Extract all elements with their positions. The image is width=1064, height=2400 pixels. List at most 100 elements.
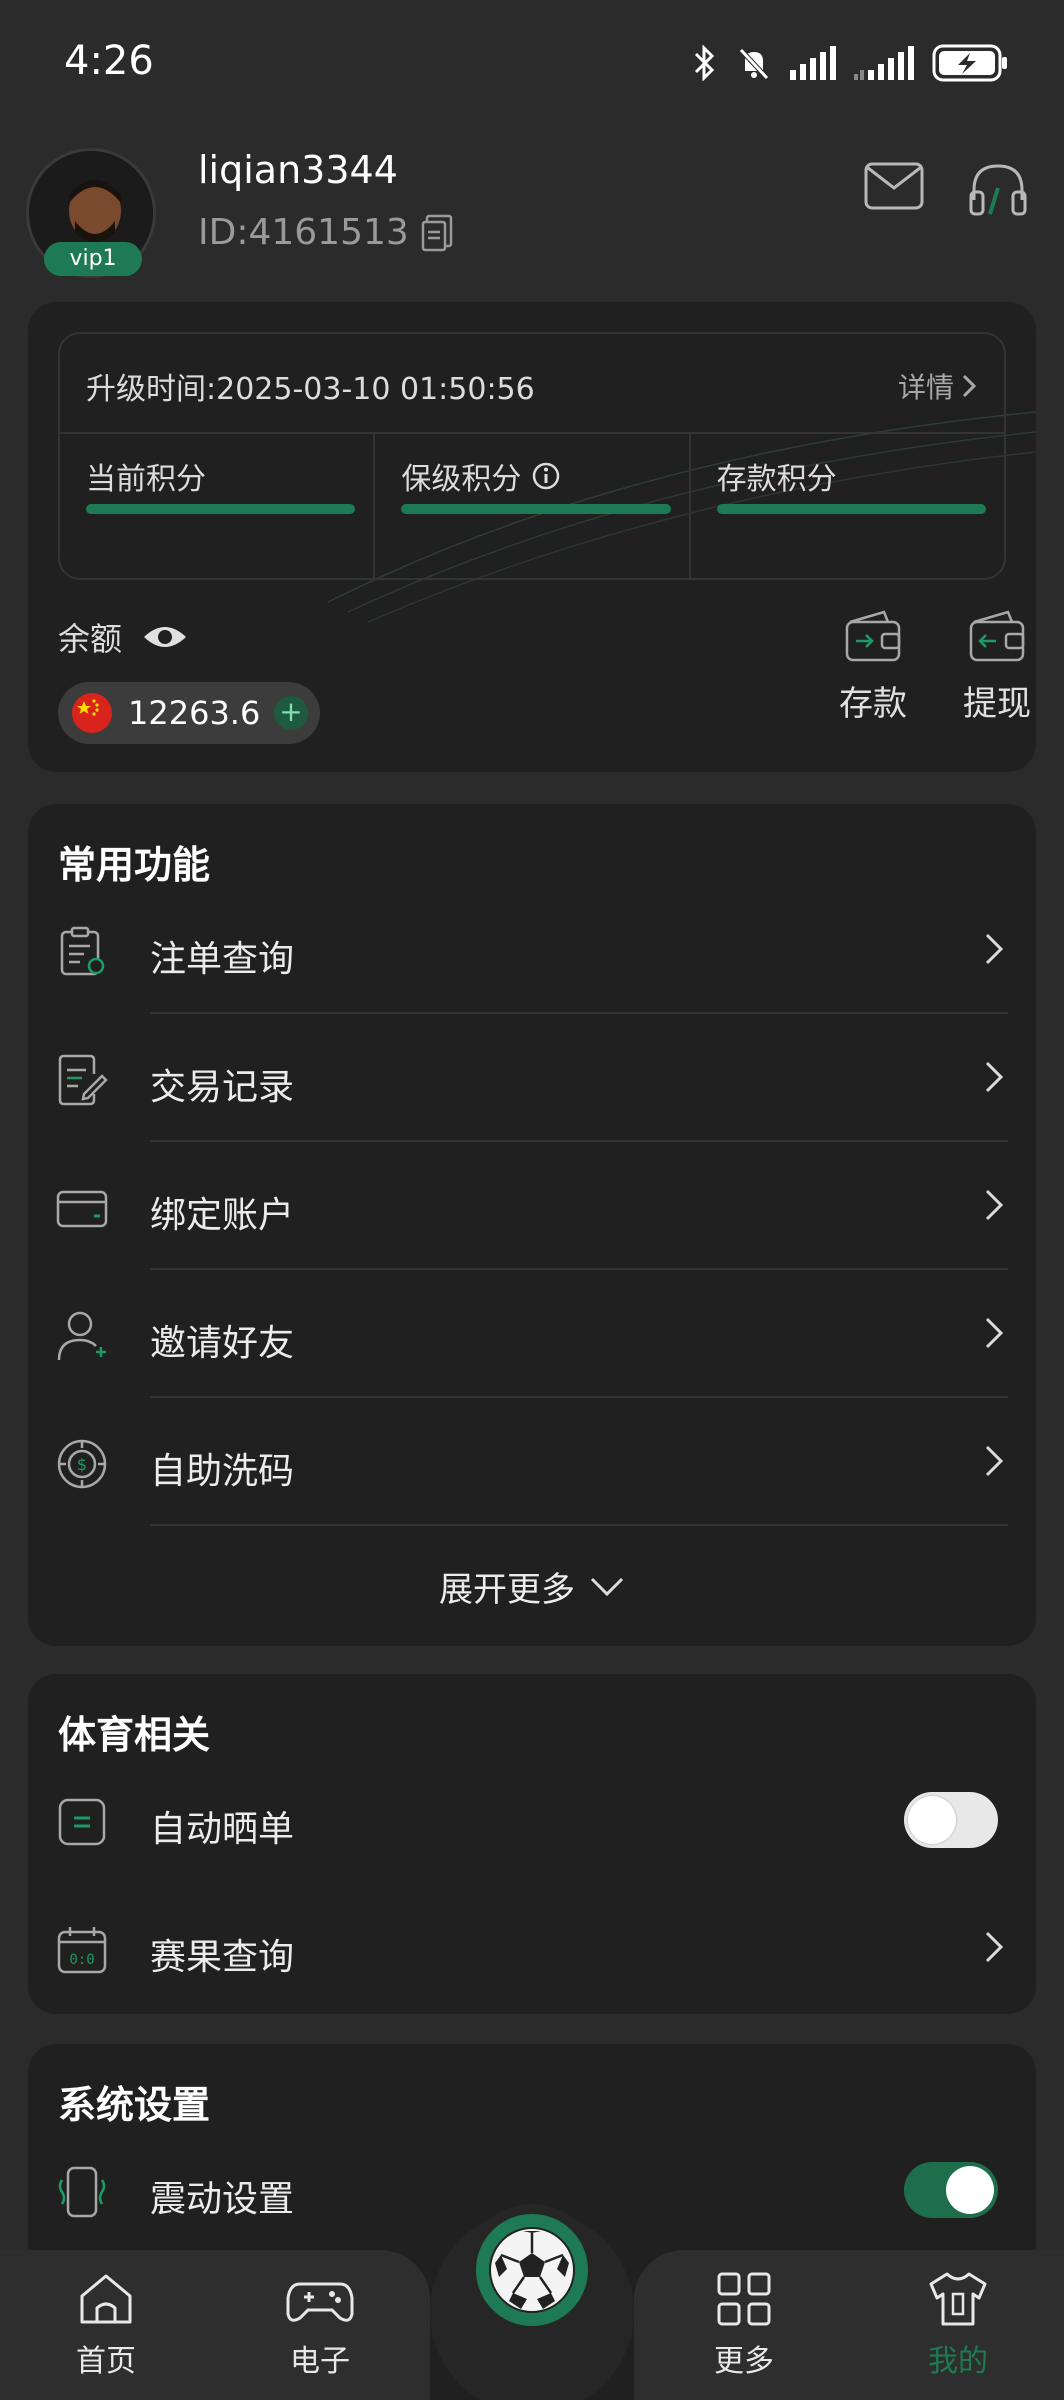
tab-more[interactable]: 更多	[674, 2270, 814, 2380]
points-label: 当前积分	[86, 462, 206, 497]
jersey-icon	[929, 2272, 987, 2326]
edit-document-icon	[58, 1054, 108, 1106]
auto-share-toggle[interactable]	[904, 1792, 998, 1848]
profile-header: vip1 liqian3344 ID:4161513	[0, 120, 1064, 300]
bottom-tab-bar: 首页 电子 更多 我的	[0, 2204, 1064, 2400]
wallet-out-icon	[969, 610, 1025, 662]
withdraw-label: 提现	[963, 684, 1031, 724]
expand-more-button[interactable]: 展开更多	[28, 1562, 1036, 1611]
signal-icon-2	[854, 46, 914, 80]
add-user-icon	[57, 1311, 106, 1361]
balance-pill: 12263.6 +	[58, 682, 320, 744]
chip-icon: $	[57, 1439, 107, 1489]
chevron-down-icon	[590, 1577, 624, 1596]
menu-item-transactions[interactable]: 交易记录	[28, 1014, 1036, 1142]
setting-label: 自动晒单	[150, 1809, 295, 1850]
china-flag-icon	[72, 693, 112, 733]
sports-card: 体育相关 自动晒单 0:0 赛果查询	[28, 1674, 1036, 2014]
points-label: 存款积分	[716, 462, 837, 497]
clipboard-icon	[60, 926, 105, 976]
share-list-icon	[58, 1798, 106, 1846]
section-title: 常用功能	[58, 843, 211, 887]
bluetooth-icon	[694, 45, 715, 81]
chevron-right-icon	[985, 1061, 1004, 1093]
section-title: 系统设置	[58, 2083, 211, 2127]
sports-center-button[interactable]	[466, 2204, 598, 2336]
tab-mine[interactable]: 我的	[888, 2270, 1028, 2380]
menu-item-results[interactable]: 0:0 赛果查询	[28, 1884, 1036, 2012]
home-icon	[80, 2274, 132, 2324]
headset-icon[interactable]	[968, 162, 1028, 218]
balance-amount: 12263.6	[128, 694, 261, 732]
tab-label: 电子	[290, 2344, 350, 2379]
expand-more-label: 展开更多	[439, 1570, 575, 1610]
setting-label: 震动设置	[150, 2179, 295, 2220]
status-time: 4:26	[64, 38, 154, 84]
tab-label: 我的	[928, 2344, 988, 2379]
tab-label: 首页	[76, 2344, 136, 2379]
menu-item-label: 赛果查询	[150, 1937, 295, 1978]
points-current: 当前积分	[60, 434, 376, 580]
mute-bell-icon	[739, 48, 769, 80]
setting-auto-share: 自动晒单	[28, 1756, 1036, 1884]
battery-charging-icon	[932, 44, 1007, 82]
copy-icon[interactable]	[421, 214, 453, 252]
menu-item-label: 交易记录	[150, 1067, 295, 1108]
progress-bar	[86, 504, 356, 514]
balance-label: 余额	[58, 620, 123, 658]
menu-item-label: 邀请好友	[150, 1323, 295, 1364]
gamepad-icon	[286, 2282, 354, 2322]
upgrade-time: 升级时间:2025-03-10 01:50:56	[86, 372, 535, 407]
header-actions	[864, 162, 1028, 218]
vip-badge: vip1	[44, 242, 142, 276]
card-icon	[56, 1190, 108, 1228]
points-row: 当前积分 保级积分 存款积分	[60, 434, 1004, 580]
account-card: 升级时间:2025-03-10 01:50:56 详情 当前积分 保级积分 存款…	[28, 302, 1036, 772]
details-label: 详情	[897, 371, 954, 404]
menu-item-rebate[interactable]: $ 自助洗码	[28, 1398, 1036, 1526]
wallet-in-icon	[845, 610, 901, 662]
user-id: ID:4161513	[198, 212, 409, 253]
vibration-toggle[interactable]	[904, 2162, 998, 2218]
section-title: 体育相关	[58, 1713, 211, 1757]
points-keep: 保级积分	[375, 434, 691, 580]
points-label: 保级积分	[401, 462, 522, 497]
vibration-icon	[58, 2166, 106, 2218]
toggle-knob	[908, 1796, 956, 1844]
level-panel: 升级时间:2025-03-10 01:50:56 详情 当前积分 保级积分 存款…	[58, 332, 1006, 580]
menu-item-bind-account[interactable]: 绑定账户	[28, 1142, 1036, 1270]
tab-home[interactable]: 首页	[36, 2270, 176, 2380]
chevron-right-icon	[985, 933, 1004, 965]
signal-icon	[790, 46, 836, 80]
chevron-right-icon	[985, 1317, 1004, 1349]
details-link[interactable]: 详情	[898, 366, 976, 406]
row-divider	[150, 1524, 1008, 1526]
menu-item-invite[interactable]: 邀请好友	[28, 1270, 1036, 1398]
mail-icon[interactable]	[864, 162, 924, 210]
system-indicators	[692, 44, 1008, 82]
info-icon[interactable]	[531, 461, 561, 491]
eye-icon[interactable]	[142, 622, 188, 652]
deposit-label: 存款	[839, 684, 907, 724]
soccer-ball-icon	[489, 2227, 575, 2313]
tab-label: 更多	[714, 2344, 774, 2379]
status-bar: 4:26	[0, 0, 1064, 120]
svg-text:0:0: 0:0	[69, 1952, 94, 1968]
chevron-right-icon	[962, 374, 976, 398]
chevron-right-icon	[985, 1189, 1004, 1221]
user-id-row: ID:4161513	[198, 212, 453, 253]
username: liqian3344	[198, 148, 398, 192]
balance-label-row: 余额	[58, 614, 188, 660]
svg-text:$: $	[77, 1455, 87, 1474]
common-functions-card: 常用功能 注单查询 交易记录 绑定账户 邀请好友 $ 自助洗码 展开更多	[28, 804, 1036, 1646]
points-deposit: 存款积分	[691, 434, 1004, 580]
menu-item-label: 注单查询	[150, 939, 295, 980]
chevron-right-icon	[985, 1445, 1004, 1477]
deposit-button[interactable]: 存款	[818, 610, 928, 725]
add-funds-button[interactable]: +	[274, 696, 308, 730]
toggle-knob	[946, 2166, 994, 2214]
menu-item-label: 自助洗码	[150, 1451, 295, 1492]
menu-item-bet-query[interactable]: 注单查询	[28, 886, 1036, 1014]
tab-games[interactable]: 电子	[250, 2270, 390, 2380]
withdraw-button[interactable]: 提现	[942, 610, 1036, 725]
